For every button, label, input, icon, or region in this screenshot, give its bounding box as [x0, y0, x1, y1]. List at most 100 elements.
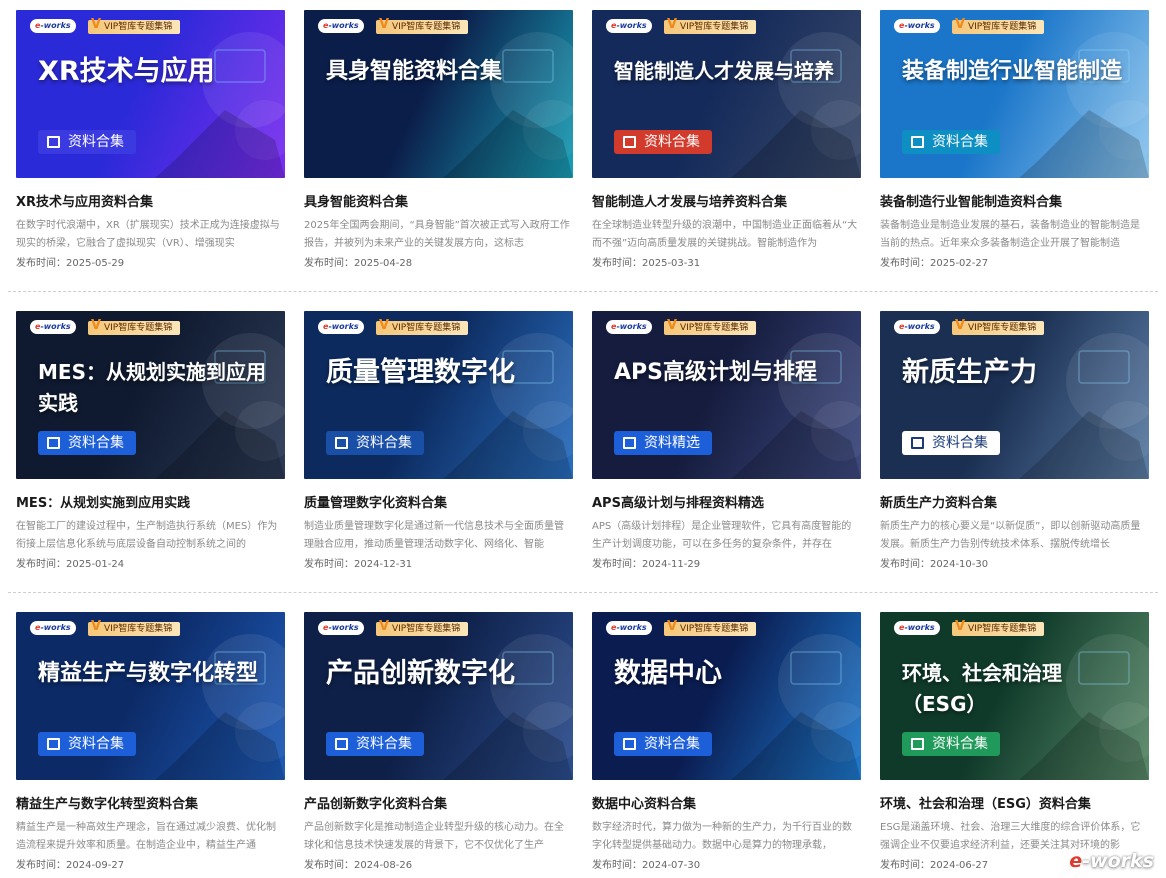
banner-headline: 产品创新数字化	[326, 658, 515, 689]
badge-label: 资料合集	[932, 736, 988, 752]
badge-label: 资料合集	[356, 736, 412, 752]
card-title[interactable]: APS高级计划与排程资料精选	[592, 495, 861, 513]
banner-headline: 装备制造行业智能制造	[902, 59, 1123, 84]
topic-card[interactable]: e-works VIP智库专题集锦 新质生产力 资料合集 新质生产力资料合集 新…	[880, 311, 1149, 592]
card-banner-image[interactable]: e-works VIP智库专题集锦 APS高级计划与排程 资料精选	[592, 311, 861, 479]
publish-date: 发布时间：2025-03-31	[592, 258, 701, 269]
card-row: e-works VIP智库专题集锦 XR技术与应用 资料合集 XR技术与应用资料…	[16, 10, 1150, 291]
card-title[interactable]: 具身智能资料合集	[304, 194, 573, 212]
row-divider	[8, 592, 1158, 593]
card-description: 在智能工厂的建设过程中，生产制造执行系统（MES）作为衔接上层信息化系统与底层设…	[16, 521, 278, 550]
eworks-logo: e-works	[606, 19, 652, 33]
banner-headline: 具身智能资料合集	[326, 59, 503, 84]
publish-date: 发布时间：2025-02-27	[880, 258, 989, 269]
card-banner-image[interactable]: e-works VIP智库专题集锦 MES：从规划实施到应用实践 资料合集	[16, 311, 285, 479]
card-title[interactable]: MES：从规划实施到应用实践	[16, 495, 285, 513]
topic-card[interactable]: e-works VIP智库专题集锦 数据中心 资料合集 数据中心资料合集 数字经…	[592, 612, 861, 878]
topic-card[interactable]: e-works VIP智库专题集锦 环境、社会和治理（ESG） 资料合集 环境、…	[880, 612, 1149, 878]
card-title[interactable]: 智能制造人才发展与培养资料合集	[592, 194, 861, 212]
card-banner-image[interactable]: e-works VIP智库专题集锦 环境、社会和治理（ESG） 资料合集	[880, 612, 1149, 780]
eworks-logo: e-works	[30, 320, 76, 334]
banner-decoration	[731, 634, 861, 780]
banner-badge: 资料精选	[614, 431, 712, 455]
topic-card[interactable]: e-works VIP智库专题集锦 装备制造行业智能制造 资料合集 装备制造行业…	[880, 10, 1149, 291]
badge-label: 资料合集	[68, 134, 124, 150]
banner-badge: 资料合集	[902, 130, 1000, 154]
book-icon	[623, 136, 636, 148]
publish-date: 发布时间：2024-11-29	[592, 559, 701, 570]
card-title[interactable]: 质量管理数字化资料合集	[304, 495, 573, 513]
vip-tag: VIP智库专题集锦	[952, 620, 1045, 636]
banner-badge: 资料合集	[38, 732, 136, 756]
eworks-logo: e-works	[606, 320, 652, 334]
vip-tag: VIP智库专题集锦	[376, 319, 469, 335]
badge-label: 资料合集	[356, 435, 412, 451]
card-title[interactable]: 装备制造行业智能制造资料合集	[880, 194, 1149, 212]
card-banner-image[interactable]: e-works VIP智库专题集锦 装备制造行业智能制造 资料合集	[880, 10, 1149, 178]
card-description: 制造业质量管理数字化是通过新一代信息技术与全面质量管理融合应用，推动质量管理活动…	[304, 521, 564, 550]
card-title[interactable]: 新质生产力资料合集	[880, 495, 1149, 513]
card-banner-image[interactable]: e-works VIP智库专题集锦 质量管理数字化 资料合集	[304, 311, 573, 479]
card-description: 在数字时代浪潮中，XR（扩展现实）技术正成为连接虚拟与现实的桥梁，它融合了虚拟现…	[16, 220, 280, 249]
banner-decoration	[155, 32, 285, 178]
badge-label: 资料合集	[68, 435, 124, 451]
banner-headline: XR技术与应用	[38, 56, 215, 87]
topic-card[interactable]: e-works VIP智库专题集锦 质量管理数字化 资料合集 质量管理数字化资料…	[304, 311, 573, 592]
banner-badge: 资料合集	[38, 130, 136, 154]
card-title[interactable]: XR技术与应用资料合集	[16, 194, 285, 212]
banner-headline: MES：从规划实施到应用实践	[38, 360, 266, 415]
watermark-logo: e-works	[1069, 850, 1154, 872]
card-banner-image[interactable]: e-works VIP智库专题集锦 产品创新数字化 资料合集	[304, 612, 573, 780]
eworks-logo: e-works	[318, 19, 364, 33]
eworks-logo: e-works	[606, 621, 652, 635]
eworks-logo: e-works	[318, 621, 364, 635]
banner-headline: 质量管理数字化	[326, 357, 515, 388]
vip-tag: VIP智库专题集锦	[664, 18, 757, 34]
card-row: e-works VIP智库专题集锦 MES：从规划实施到应用实践 资料合集 ME…	[16, 311, 1150, 592]
banner-headline: 环境、社会和治理（ESG）	[902, 661, 1062, 716]
topic-card[interactable]: e-works VIP智库专题集锦 MES：从规划实施到应用实践 资料合集 ME…	[16, 311, 285, 592]
card-title[interactable]: 环境、社会和治理（ESG）资料合集	[880, 796, 1149, 814]
publish-date: 发布时间：2024-07-30	[592, 860, 701, 871]
card-banner-image[interactable]: e-works VIP智库专题集锦 具身智能资料合集	[304, 10, 573, 178]
book-icon	[47, 136, 60, 148]
topic-card[interactable]: e-works VIP智库专题集锦 精益生产与数字化转型 资料合集 精益生产与数…	[16, 612, 285, 878]
card-description: 精益生产是一种高效生产理念，旨在通过减少浪费、优化制造流程来提升效率和质量。在制…	[16, 822, 276, 851]
card-description: 产品创新数字化是推动制造企业转型升级的核心动力。在全球化和信息技术快速发展的背景…	[304, 822, 564, 851]
banner-headline: 新质生产力	[902, 357, 1037, 388]
card-description: 数字经济时代，算力做为一种新的生产力，为千行百业的数字化转型提供基础动力。数据中…	[592, 822, 852, 851]
topic-card[interactable]: e-works VIP智库专题集锦 智能制造人才发展与培养 资料合集 智能制造人…	[592, 10, 861, 291]
banner-decoration	[155, 634, 285, 780]
vip-tag: VIP智库专题集锦	[376, 620, 469, 636]
card-banner-image[interactable]: e-works VIP智库专题集锦 新质生产力 资料合集	[880, 311, 1149, 479]
vip-tag: VIP智库专题集锦	[88, 319, 181, 335]
card-title[interactable]: 精益生产与数字化转型资料合集	[16, 796, 285, 814]
banner-headline: 精益生产与数字化转型	[38, 661, 259, 686]
book-icon	[47, 437, 60, 449]
banner-badge: 资料合集	[902, 732, 1000, 756]
badge-label: 资料精选	[644, 435, 700, 451]
topic-card[interactable]: e-works VIP智库专题集锦 XR技术与应用 资料合集 XR技术与应用资料…	[16, 10, 285, 291]
card-title[interactable]: 数据中心资料合集	[592, 796, 861, 814]
banner-decoration	[1019, 32, 1149, 178]
topic-card[interactable]: e-works VIP智库专题集锦 APS高级计划与排程 资料精选 APS高级计…	[592, 311, 861, 592]
book-icon	[911, 738, 924, 750]
card-description: APS（高级计划排程）是企业管理软件，它具有高度智能的生产计划调度功能，可以在多…	[592, 521, 852, 550]
card-banner-image[interactable]: e-works VIP智库专题集锦 XR技术与应用 资料合集	[16, 10, 285, 178]
row-divider	[8, 291, 1158, 292]
eworks-logo: e-works	[30, 19, 76, 33]
card-banner-image[interactable]: e-works VIP智库专题集锦 精益生产与数字化转型 资料合集	[16, 612, 285, 780]
card-title[interactable]: 产品创新数字化资料合集	[304, 796, 573, 814]
card-banner-image[interactable]: e-works VIP智库专题集锦 数据中心 资料合集	[592, 612, 861, 780]
topic-card[interactable]: e-works VIP智库专题集锦 产品创新数字化 资料合集 产品创新数字化资料…	[304, 612, 573, 878]
banner-headline: 数据中心	[614, 658, 722, 689]
topic-card[interactable]: e-works VIP智库专题集锦 具身智能资料合集 具身智能资料合集 2025…	[304, 10, 573, 291]
book-icon	[623, 437, 636, 449]
vip-tag: VIP智库专题集锦	[664, 319, 757, 335]
banner-badge: 资料合集	[902, 431, 1000, 455]
vip-tag: VIP智库专题集锦	[88, 18, 181, 34]
vip-tag: VIP智库专题集锦	[88, 620, 181, 636]
book-icon	[623, 738, 636, 750]
vip-tag: VIP智库专题集锦	[664, 620, 757, 636]
card-banner-image[interactable]: e-works VIP智库专题集锦 智能制造人才发展与培养 资料合集	[592, 10, 861, 178]
